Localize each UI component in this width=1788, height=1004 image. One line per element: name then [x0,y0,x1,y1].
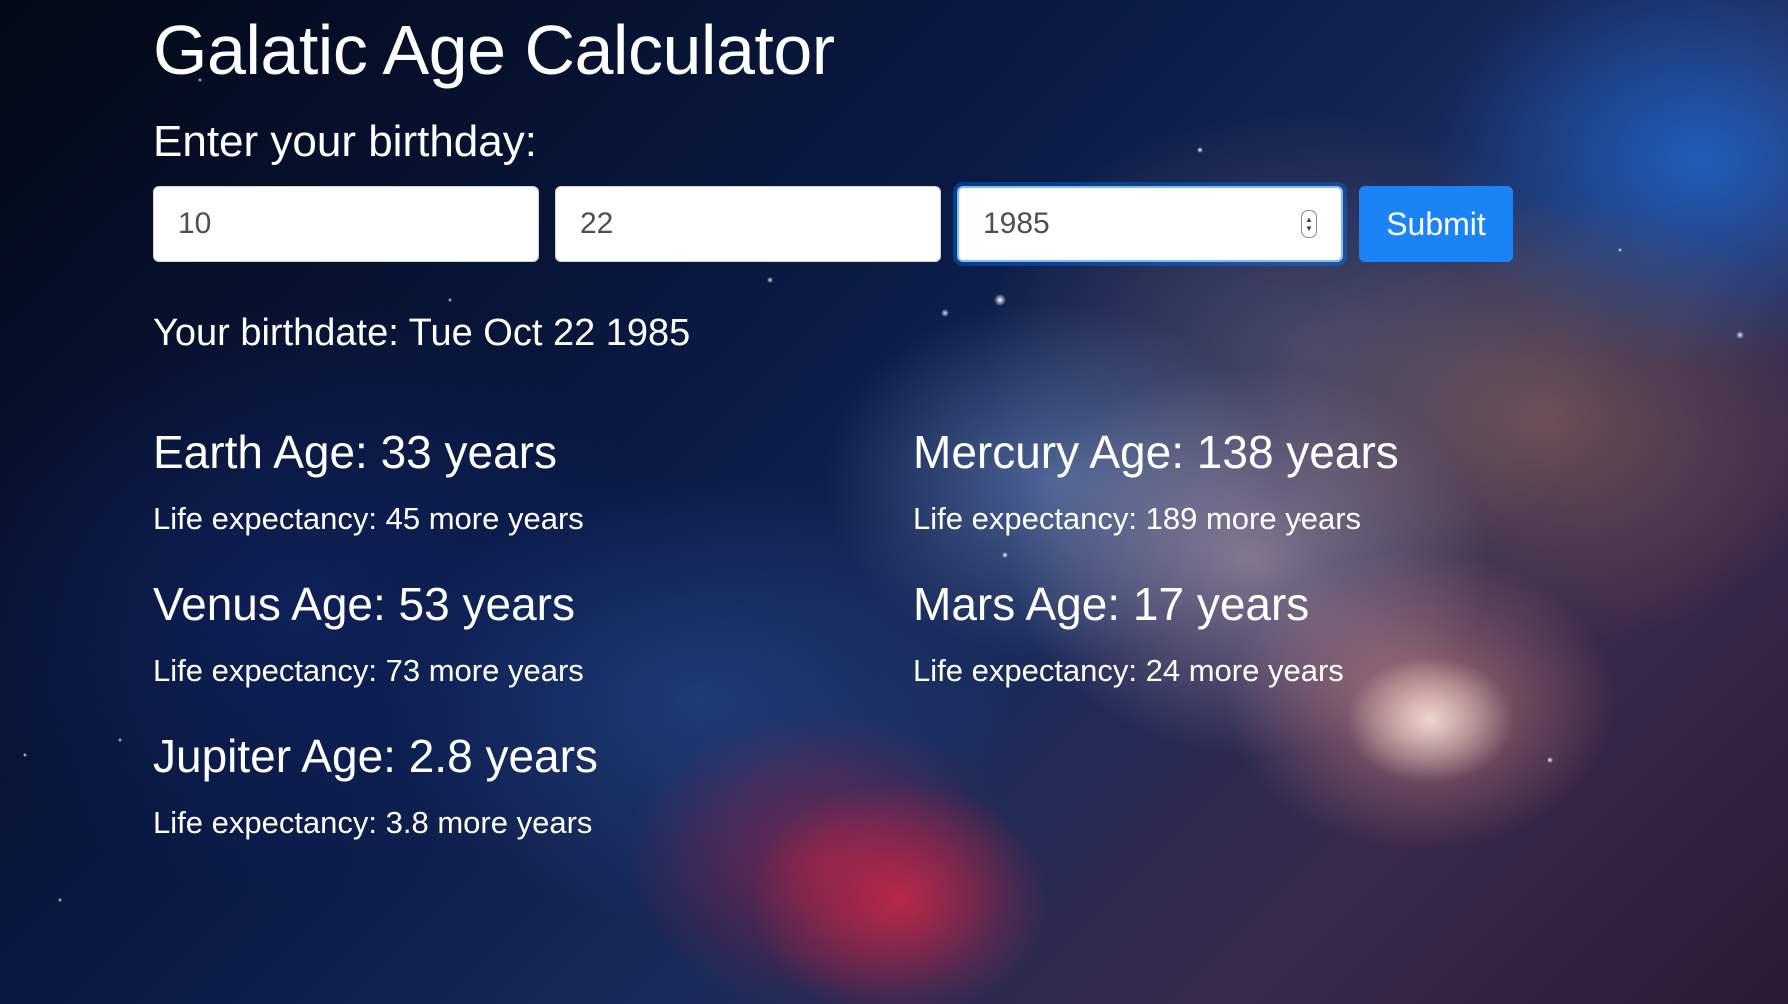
jupiter-life-expectancy: Life expectancy: 3.8 more years [153,805,593,840]
venus-age: Venus Age: 53 years [153,578,575,630]
page-title: Galatic Age Calculator [153,11,835,89]
venus-life-expectancy: Life expectancy: 73 more years [153,653,584,688]
chevron-down-icon[interactable]: ▼ [1305,224,1313,233]
year-value: 1985 [983,207,1050,240]
planet-venus: Venus Age: 53 years Life expectancy: 73 … [153,577,584,689]
submit-button[interactable]: Submit [1359,186,1513,262]
mercury-life-expectancy: Life expectancy: 189 more years [913,501,1362,536]
earth-life-expectancy: Life expectancy: 45 more years [153,501,584,536]
jupiter-age: Jupiter Age: 2.8 years [153,730,598,782]
day-input[interactable]: 22 [555,186,941,262]
spinner-icon[interactable]: ▲ ▼ [1301,210,1317,238]
day-value: 22 [580,207,614,240]
year-input[interactable]: 1985 ▲ ▼ [957,186,1343,262]
mercury-age: Mercury Age: 138 years [913,426,1399,478]
birthday-form: 10 22 1985 ▲ ▼ Submit [153,186,1513,262]
month-input[interactable]: 10 [153,186,539,262]
mars-age: Mars Age: 17 years [913,578,1310,630]
chevron-up-icon[interactable]: ▲ [1305,215,1313,224]
planet-jupiter: Jupiter Age: 2.8 years Life expectancy: … [153,729,598,841]
earth-age: Earth Age: 33 years [153,426,558,478]
birthdate-result: Your birthdate: Tue Oct 22 1985 [153,312,691,354]
planet-mercury: Mercury Age: 138 years Life expectancy: … [913,425,1399,537]
planet-mars: Mars Age: 17 years Life expectancy: 24 m… [913,577,1344,689]
planet-earth: Earth Age: 33 years Life expectancy: 45 … [153,425,584,537]
month-value: 10 [178,207,212,240]
mars-life-expectancy: Life expectancy: 24 more years [913,653,1344,688]
birthday-prompt: Enter your birthday: [153,117,537,166]
